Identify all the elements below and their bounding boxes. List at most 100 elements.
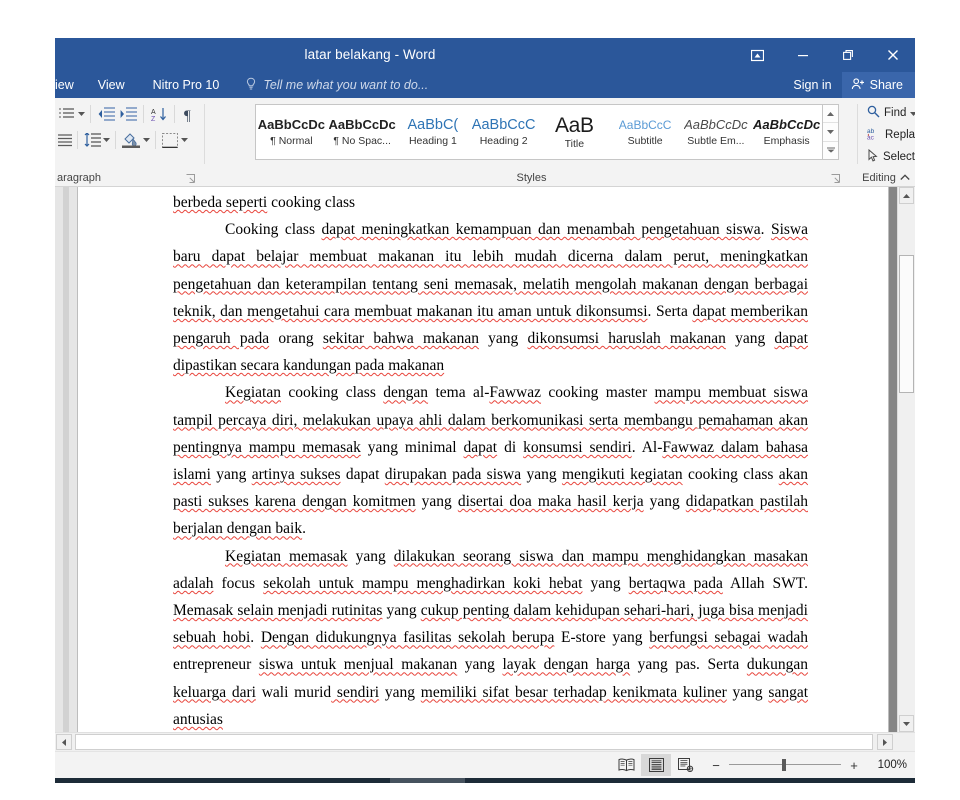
windows-taskbar: 10:20 — [55, 778, 915, 783]
ribbon-tabs: iew View Nitro Pro 10 Tell me what you w… — [55, 72, 440, 98]
decrease-indent-icon[interactable] — [95, 104, 117, 124]
increase-indent-icon[interactable] — [117, 104, 139, 124]
left-margin-strip — [55, 187, 78, 732]
ribbon: AZ ¶ aragraph AaBbCcDc ¶ Normal AaBbCcDc… — [55, 98, 915, 187]
tell-me-placeholder: Tell me what you want to do... — [263, 78, 429, 92]
horizontal-scrollbar[interactable] — [55, 732, 915, 751]
text-run: mengikuti kegiatan — [561, 466, 683, 484]
find-caret-icon[interactable] — [910, 107, 915, 119]
borders-icon[interactable] — [160, 130, 180, 150]
styles-dialog-launcher-icon[interactable] — [831, 172, 842, 183]
text-run: yang — [725, 330, 775, 348]
scroll-down-icon[interactable] — [899, 715, 914, 732]
ribbon-tab-row: iew View Nitro Pro 10 Tell me what you w… — [55, 72, 915, 98]
justify-icon[interactable] — [57, 130, 73, 150]
text-run: . — [250, 629, 261, 647]
borders-caret-icon[interactable] — [180, 132, 189, 148]
close-button[interactable] — [870, 38, 915, 72]
replace-button[interactable]: abac Replace — [865, 125, 915, 145]
shading-icon[interactable] — [120, 130, 142, 150]
show-formatting-marks-icon[interactable]: ¶ — [179, 104, 199, 124]
vertical-scrollbar[interactable] — [897, 187, 915, 732]
share-button[interactable]: Share — [841, 72, 915, 98]
line-spacing-icon[interactable] — [82, 130, 102, 150]
text-run: artinya sukses — [251, 466, 341, 484]
select-button[interactable]: Select — [865, 147, 915, 167]
replace-icon: ab ac — [867, 127, 881, 143]
web-layout-icon[interactable] — [671, 754, 701, 776]
style-title[interactable]: AaB Title — [539, 105, 610, 159]
text-run: wali — [255, 683, 295, 701]
style-subtle-emphasis[interactable]: AaBbCcDc Subtle Em... — [681, 105, 752, 159]
scroll-down-icon[interactable] — [823, 123, 838, 142]
zoom-out-button[interactable]: − — [709, 756, 723, 774]
zoom-control: − + 100% — [709, 756, 907, 774]
ribbon-group-paragraph: AZ ¶ aragraph — [55, 98, 205, 186]
paragraph-4[interactable]: Kegiatan memasak yang dilakukan seorang … — [173, 543, 808, 732]
vertical-scrollbar-thumb[interactable] — [899, 255, 914, 393]
text-run: . — [302, 520, 306, 538]
zoom-slider-thumb[interactable] — [782, 759, 786, 771]
text-run: Dengan didukungnya fasilitas sekolah ber… — [260, 629, 555, 647]
paragraph-2[interactable]: Cooking class dapat meningkatkan kemampu… — [173, 216, 808, 379]
svg-text:A: A — [151, 109, 156, 116]
text-run: cooking class — [267, 194, 356, 211]
paragraph-dialog-launcher-icon[interactable] — [186, 172, 197, 183]
read-mode-icon[interactable] — [611, 754, 641, 776]
window-controls — [735, 38, 915, 72]
text-run: yang — [347, 547, 394, 565]
document-page[interactable]: berbeda seperti cooking class Cooking cl… — [78, 187, 888, 732]
text-run: dikonsumsi haruslah makanan — [527, 330, 726, 348]
styles-gallery-scrollbar — [823, 104, 839, 160]
style-heading-1[interactable]: AaBbC( Heading 1 — [398, 105, 469, 159]
style-heading-2[interactable]: AaBbCcC Heading 2 — [468, 105, 539, 159]
zoom-in-button[interactable]: + — [847, 756, 861, 774]
text-run: di — [497, 438, 524, 456]
text-run: yang — [210, 466, 252, 484]
share-person-icon — [851, 77, 865, 94]
paragraph-3[interactable]: Kegiatan cooking class dengan tema al-Fa… — [173, 379, 808, 542]
replace-label: Replace — [885, 129, 915, 141]
zoom-slider[interactable] — [729, 756, 841, 774]
shading-caret-icon[interactable] — [142, 132, 151, 148]
find-button[interactable]: Find — [865, 103, 915, 123]
scroll-up-icon[interactable] — [823, 105, 838, 124]
collapse-ribbon-icon[interactable] — [897, 169, 913, 185]
minimize-button[interactable] — [780, 38, 825, 72]
text-run: yang pas. Serta — [630, 656, 747, 674]
tab-review[interactable]: iew — [55, 72, 84, 98]
style-subtitle[interactable]: AaBbCcC Subtitle — [610, 105, 681, 159]
zoom-level-label[interactable]: 100% — [873, 759, 907, 771]
document-body-text[interactable]: berbeda seperti cooking class Cooking cl… — [173, 189, 808, 732]
sign-in-button[interactable]: Sign in — [783, 72, 841, 98]
text-run: Allah SWT. — [722, 574, 808, 592]
text-run: berfungsi sebagai wadah — [649, 629, 808, 647]
text-run: Kegiatan memasak — [225, 547, 348, 565]
horizontal-scrollbar-track[interactable] — [75, 734, 873, 750]
scroll-right-icon[interactable] — [877, 734, 893, 750]
text-run: disertai doa maka hasil kerja — [457, 493, 644, 511]
styles-gallery[interactable]: AaBbCcDc ¶ Normal AaBbCcDc ¶ No Spac... … — [255, 104, 823, 160]
ribbon-display-options-icon[interactable] — [735, 38, 780, 72]
scroll-up-icon[interactable] — [899, 187, 914, 204]
paragraph-1[interactable]: berbeda seperti cooking class — [173, 189, 808, 216]
search-icon — [867, 105, 880, 121]
style-emphasis[interactable]: AaBbCcDc Emphasis — [751, 105, 822, 159]
text-run: . — [760, 221, 771, 239]
more-styles-icon[interactable] — [823, 142, 838, 159]
multilevel-list-caret-icon[interactable] — [77, 106, 86, 122]
tab-nitro-pro-10[interactable]: Nitro Pro 10 — [139, 72, 234, 98]
scroll-left-icon[interactable] — [56, 734, 72, 750]
print-layout-icon[interactable] — [641, 754, 671, 776]
text-run: Cooking class — [225, 221, 322, 239]
tab-view[interactable]: View — [84, 72, 139, 98]
style-normal[interactable]: AaBbCcDc ¶ Normal — [256, 105, 327, 159]
multilevel-list-icon[interactable] — [57, 104, 77, 124]
taskbar-active-item[interactable] — [390, 778, 465, 783]
share-label: Share — [869, 78, 903, 92]
sort-icon[interactable]: AZ — [148, 104, 170, 124]
style-no-spacing[interactable]: AaBbCcDc ¶ No Spac... — [327, 105, 398, 159]
tell-me-search[interactable]: Tell me what you want to do... — [233, 72, 440, 98]
line-spacing-caret-icon[interactable] — [102, 132, 111, 148]
restore-button[interactable] — [825, 38, 870, 72]
